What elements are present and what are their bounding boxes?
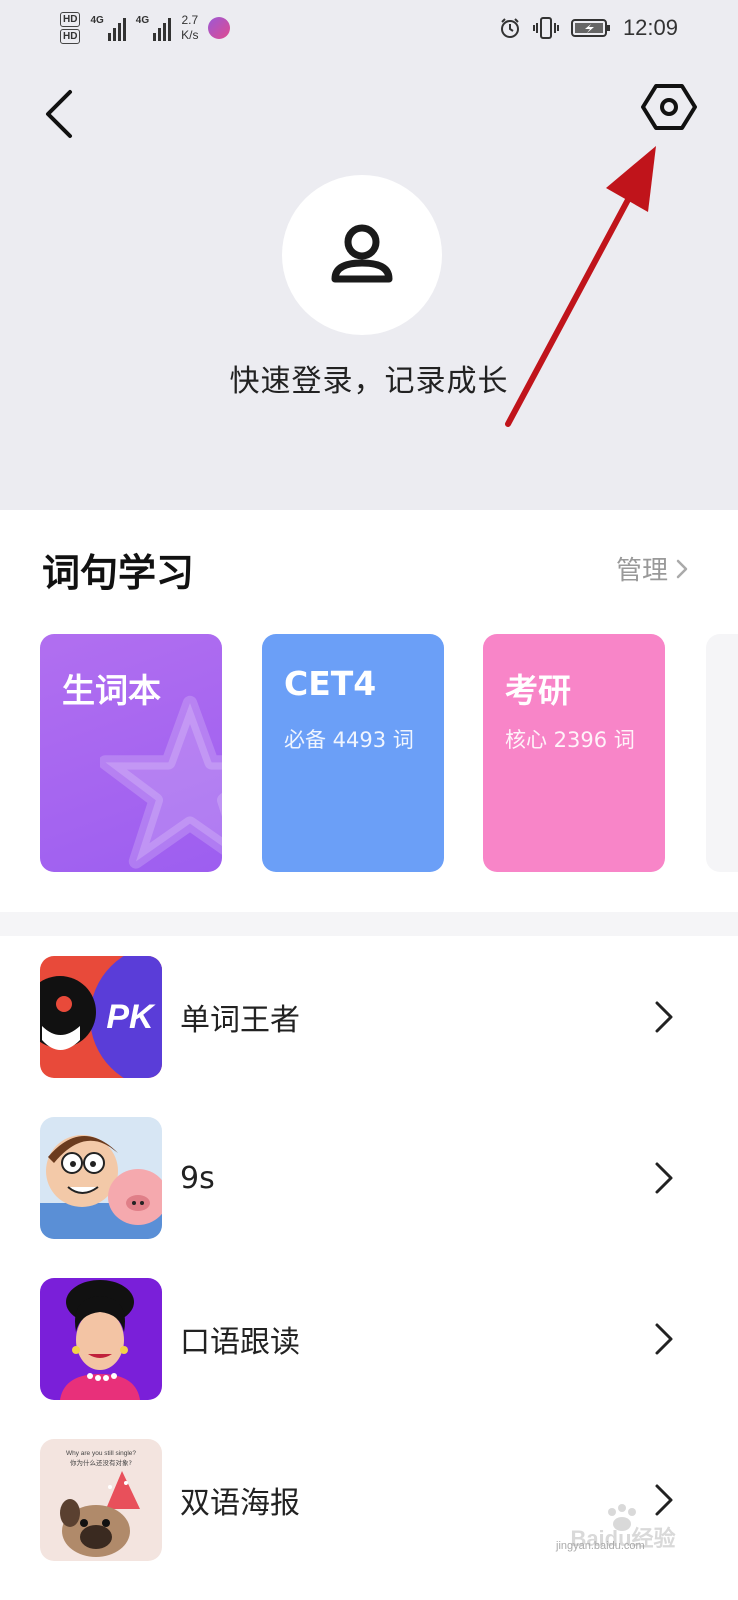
poster-line-en: Why are you still single?	[66, 1450, 136, 1457]
chevron-right-icon	[676, 559, 688, 578]
clock: 12:09	[622, 15, 678, 40]
hd-1-badge: HD	[60, 12, 81, 27]
card-vocabulary-book[interactable]: 生词本	[40, 634, 222, 872]
card-subtitle: 核心 2396 词	[505, 728, 635, 752]
status-left: HD HD 4G 4G 2.7 K/s	[60, 8, 231, 48]
list-item-9s[interactable]: 9s	[0, 1117, 738, 1239]
battery-icon	[570, 19, 610, 37]
pk-thumb-text: PK	[106, 998, 156, 1036]
network-2-label: 4G	[135, 15, 150, 26]
back-chevron-icon[interactable]	[40, 88, 84, 140]
wordbook-cards: 生词本 CET4 必备 4493 词 考研 核心 2396 词	[0, 634, 738, 874]
status-right: 12:09	[499, 10, 678, 46]
chevron-right-icon	[655, 1162, 673, 1194]
card-cet4[interactable]: CET4 必备 4493 词	[262, 634, 444, 872]
list-item-label: 口语跟读	[180, 1325, 300, 1360]
chevron-right-icon	[655, 1323, 673, 1355]
card-title: CET4	[284, 664, 377, 703]
network-1-label: 4G	[90, 15, 104, 26]
card-title: 考研	[505, 671, 571, 710]
manage-label: 管理	[615, 556, 668, 586]
settings-hexagon-icon[interactable]	[640, 78, 698, 136]
status-bar: HD HD 4G 4G 2.7 K/s 12:09	[0, 0, 738, 60]
card-next-partial[interactable]	[706, 634, 738, 872]
network-speed-unit: K/s	[181, 28, 199, 42]
card-postgraduate[interactable]: 考研 核心 2396 词	[483, 634, 665, 872]
alarm-icon	[500, 18, 519, 38]
hd-indicators: HD HD	[60, 12, 81, 44]
hd-2-badge: HD	[60, 29, 81, 44]
star-icon	[100, 695, 222, 869]
9s-thumbnail	[40, 1117, 162, 1239]
signal-2-icon: 4G	[135, 15, 172, 41]
app-notification-icon	[208, 17, 231, 39]
section-divider	[0, 912, 738, 936]
card-subtitle: 必备 4493 词	[284, 728, 414, 752]
speaking-thumbnail	[40, 1278, 162, 1400]
section-title: 词句学习	[42, 551, 195, 595]
quick-login-link[interactable]: 快速登录，记录成长	[0, 356, 738, 400]
list-item-label: 单词王者	[180, 1003, 300, 1038]
word-king-thumbnail: PK	[40, 956, 162, 1078]
user-icon	[331, 224, 393, 283]
watermark-domain: jingyan.baidu.com	[556, 1540, 645, 1552]
poster-line-zh: 你为什么还没有对象?	[70, 1458, 132, 1467]
network-speed-value: 2.7	[181, 13, 199, 27]
card-title: 生词本	[62, 671, 161, 710]
profile-header: HD HD 4G 4G 2.7 K/s 12:09 快速登录，记录成长	[0, 0, 738, 510]
vibrate-icon	[532, 17, 559, 39]
chevron-right-icon	[655, 1001, 673, 1033]
list-item-speaking[interactable]: 口语跟读	[0, 1278, 738, 1400]
signal-1-icon: 4G	[90, 15, 126, 41]
manage-link[interactable]: 管理	[616, 550, 688, 587]
network-speed: 2.7 K/s	[181, 13, 198, 43]
bilingual-poster-thumbnail: Why are you still single? 你为什么还没有对象?	[40, 1439, 162, 1561]
list-item-label: 9s	[180, 1160, 215, 1196]
list-item-word-king[interactable]: PK 单词王者	[0, 956, 738, 1078]
avatar[interactable]	[282, 175, 442, 335]
list-item-label: 双语海报	[180, 1486, 300, 1521]
